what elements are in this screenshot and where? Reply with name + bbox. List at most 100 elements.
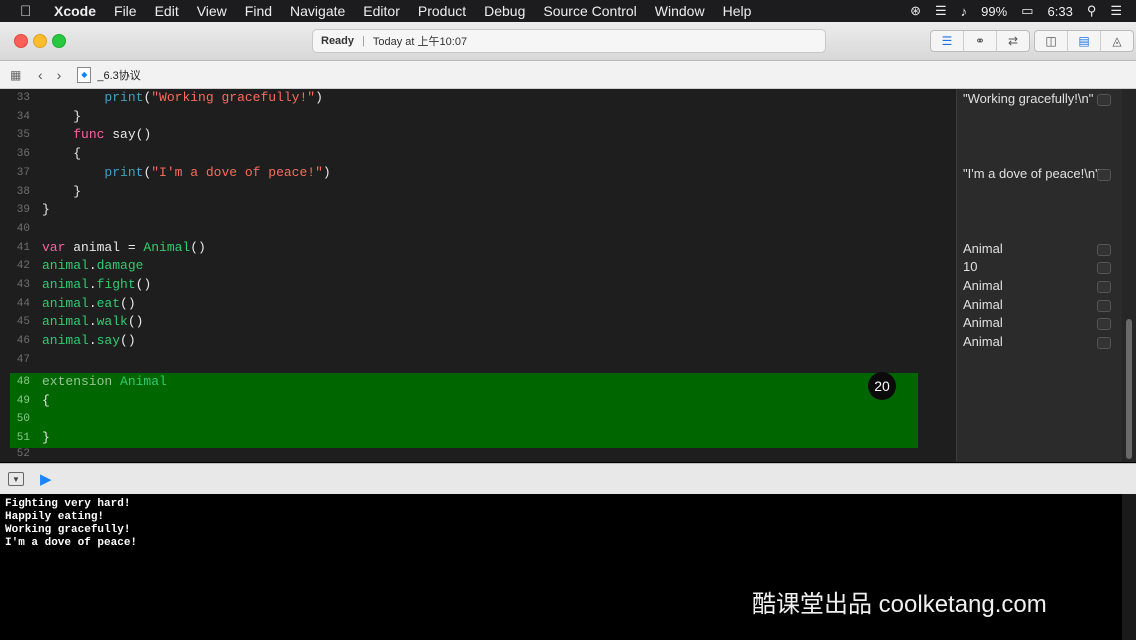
result-value[interactable]: Animal: [963, 278, 1115, 296]
result-value[interactable]: "I'm a dove of peace!\n": [963, 166, 1115, 184]
code-line[interactable]: 48 extension Animal: [0, 373, 956, 392]
navigator-toggle-icon[interactable]: ◫: [1035, 31, 1068, 51]
menu-app[interactable]: Xcode: [54, 3, 96, 19]
code-token: (): [120, 295, 136, 311]
apple-icon[interactable]: : [20, 3, 40, 20]
result-text: "Working gracefully!\n": [963, 91, 1094, 106]
result-value[interactable]: 10: [963, 259, 1115, 277]
code-text: print("Working gracefully!"): [42, 89, 323, 108]
code-token: ): [315, 90, 323, 105]
code-line[interactable]: 50: [0, 410, 956, 429]
version-editor-icon[interactable]: ⇄: [997, 31, 1029, 51]
editor-scroll-thumb[interactable]: [1126, 319, 1132, 459]
line-number: 48: [16, 376, 30, 388]
code-line[interactable]: 45 animal.walk(): [0, 313, 956, 332]
code-token: (): [127, 314, 144, 330]
hide-debug-area-icon[interactable]: ▼: [8, 472, 24, 486]
code-line[interactable]: 43 animal.fight(): [0, 276, 956, 295]
quick-look-icon[interactable]: [1097, 299, 1111, 312]
line-number: 37: [16, 166, 30, 179]
code-line[interactable]: 44 animal.eat(): [0, 295, 956, 314]
editor-scrollbar[interactable]: [1122, 89, 1136, 462]
run-playground-icon[interactable]: ▶: [40, 470, 52, 488]
code-token: var: [42, 239, 66, 255]
console-line: Happily eating!: [5, 511, 105, 523]
code-line[interactable]: 33 print("Working gracefully!"): [0, 89, 956, 108]
quick-look-icon[interactable]: [1097, 281, 1111, 293]
debug-area-toggle-icon[interactable]: ▤: [1068, 31, 1101, 51]
menu-file[interactable]: File: [114, 3, 137, 19]
bluetooth-icon[interactable]: ⊛: [910, 3, 921, 19]
line-number: 34: [16, 110, 30, 123]
utilities-toggle-icon[interactable]: ◬: [1101, 31, 1133, 51]
quick-look-icon[interactable]: [1097, 168, 1111, 181]
menu-edit[interactable]: Edit: [155, 3, 179, 19]
standard-editor-icon[interactable]: ☰: [931, 31, 964, 51]
quick-look-icon[interactable]: [1097, 94, 1111, 106]
line-number: 42: [16, 260, 30, 273]
code-line[interactable]: 39}: [0, 201, 956, 220]
jump-bar: ▦ ‹ › ◆ _6.3协议: [0, 61, 1136, 89]
result-text: Animal: [963, 315, 1003, 331]
code-token: animal: [42, 277, 89, 292]
spotlight-search-icon[interactable]: ⚲: [1087, 3, 1097, 19]
code-editor[interactable]: 48 extension Animal 49{50 51} 20 33 print("…: [0, 89, 956, 462]
code-token: Animal: [120, 374, 167, 389]
volume-icon[interactable]: ♪: [961, 4, 968, 19]
menu-find[interactable]: Find: [245, 3, 272, 19]
line-number: 45: [16, 316, 30, 329]
menu-navigate[interactable]: Navigate: [290, 3, 345, 19]
close-window-button[interactable]: [14, 34, 28, 48]
forward-chevron-icon[interactable]: ›: [57, 67, 62, 83]
code-line[interactable]: 34 }: [0, 108, 956, 127]
result-value[interactable]: Animal: [963, 297, 1115, 315]
console-scrollbar[interactable]: [1122, 494, 1136, 640]
line-number: 33: [16, 92, 30, 104]
notification-center-icon[interactable]: ☰: [1110, 3, 1122, 19]
code-line[interactable]: 46 animal.say(): [0, 332, 956, 351]
jump-bar-file-name[interactable]: _6.3协议: [97, 67, 140, 83]
code-line[interactable]: 38 }: [0, 183, 956, 202]
code-line[interactable]: 47: [0, 351, 956, 370]
menu-view[interactable]: View: [197, 3, 227, 19]
result-text: Animal: [963, 334, 1003, 350]
result-value[interactable]: Animal: [963, 241, 1115, 259]
result-value[interactable]: "Working gracefully!\n": [963, 91, 1115, 109]
menu-product[interactable]: Product: [418, 3, 466, 19]
menu-debug[interactable]: Debug: [484, 3, 525, 19]
code-line[interactable]: 35 func say(): [0, 126, 956, 145]
quick-look-icon[interactable]: [1097, 262, 1111, 275]
fullscreen-window-button[interactable]: [52, 34, 66, 48]
console-line: I'm a dove of peace!: [5, 537, 138, 549]
result-text: Animal: [963, 240, 1003, 256]
code-line[interactable]: 37 print("I'm a dove of peace!"): [0, 164, 956, 183]
result-value[interactable]: Animal: [963, 315, 1115, 333]
back-chevron-icon[interactable]: ‹: [38, 67, 43, 83]
assistant-editor-icon[interactable]: ⚭: [964, 31, 997, 51]
menu-editor[interactable]: Editor: [363, 3, 400, 19]
menu-help[interactable]: Help: [723, 3, 752, 19]
result-value[interactable]: Animal: [963, 334, 1115, 352]
minimize-window-button[interactable]: [33, 34, 47, 48]
code-line[interactable]: 49 {: [0, 392, 956, 411]
code-line[interactable]: 42 animal.damage: [0, 257, 956, 276]
quick-look-icon[interactable]: [1097, 337, 1111, 350]
wifi-icon[interactable]: ☰: [935, 3, 947, 19]
code-line[interactable]: 40: [0, 220, 956, 239]
quick-look-icon[interactable]: [1097, 243, 1111, 256]
clock[interactable]: 6:33: [1048, 4, 1073, 19]
result-text: "I'm a dove of peace!\n": [963, 165, 1100, 181]
code-token: animal: [42, 314, 89, 330]
code-line[interactable]: 52: [0, 445, 956, 462]
menu-window[interactable]: Window: [655, 3, 705, 19]
menu-source-control[interactable]: Source Control: [543, 3, 636, 19]
editor-mode-group: ☰ ⚭ ⇄: [930, 30, 1030, 52]
code-line[interactable]: 41 var animal = Animal(): [0, 239, 956, 258]
battery-icon[interactable]: ▭: [1021, 3, 1033, 19]
code-line[interactable]: 36 {: [0, 145, 956, 164]
quick-look-icon[interactable]: [1097, 318, 1111, 331]
related-items-grid-icon[interactable]: ▦: [10, 68, 24, 82]
debug-bar: ▼ ▶: [0, 463, 1136, 495]
